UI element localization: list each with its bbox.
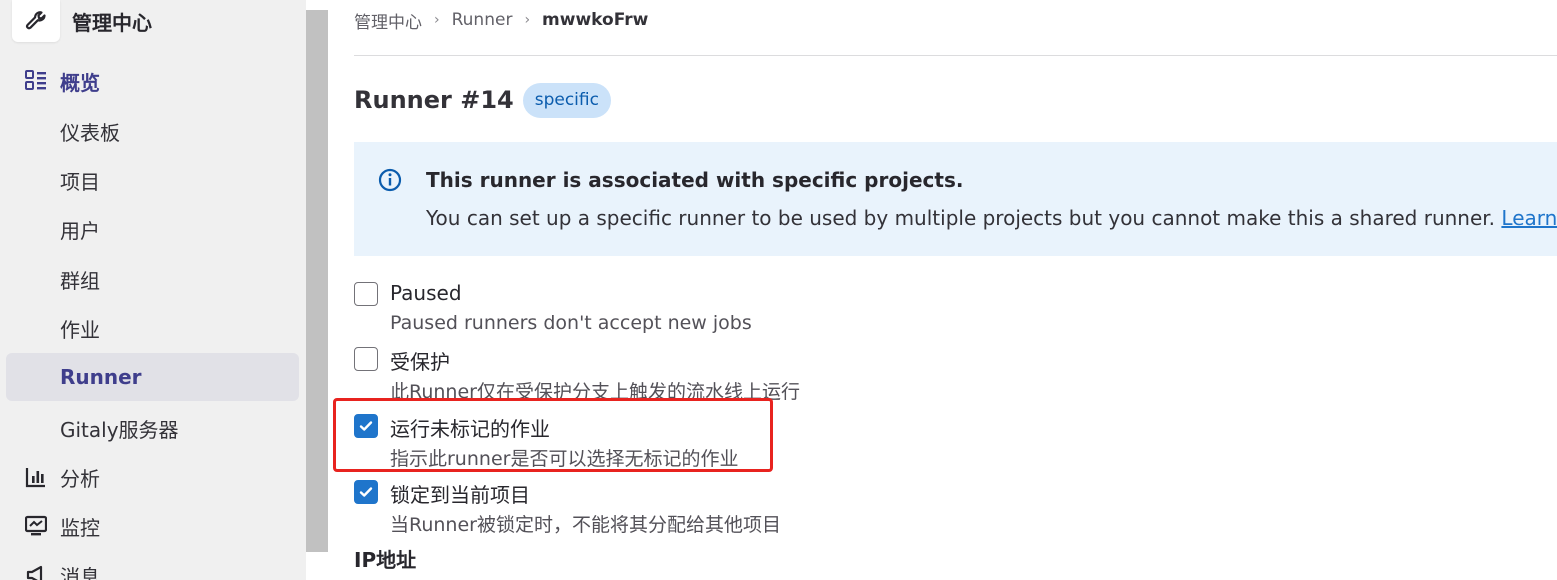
alert-body: You can set up a specific runner to be u… bbox=[426, 206, 1557, 230]
runner-type-badge: specific bbox=[522, 82, 611, 118]
locked-checkbox[interactable] bbox=[354, 480, 378, 504]
paused-label[interactable]: Paused bbox=[390, 281, 462, 305]
monitoring-label: 监控 bbox=[60, 515, 100, 540]
analytics-label: 分析 bbox=[60, 466, 100, 491]
paused-help: Paused runners don't accept new jobs bbox=[390, 312, 752, 334]
sidebar: 管理中心 概览 仪表板 项目 用户 群组 作业 Runner Gitaly服务器 bbox=[0, 0, 306, 580]
sidebar-section-overview[interactable]: 概览 bbox=[24, 63, 100, 99]
sidebar-item-groups[interactable]: 群组 bbox=[6, 255, 299, 303]
chevron-right-icon: › bbox=[524, 12, 531, 28]
paused-checkbox[interactable] bbox=[354, 282, 378, 306]
breadcrumb: 管理中心 › Runner › mwwkoFrw bbox=[354, 8, 648, 33]
chart-bar-icon bbox=[24, 465, 48, 489]
alert-body-text: You can set up a specific runner to be u… bbox=[426, 206, 1496, 230]
alert-title: This runner is associated with specific … bbox=[426, 168, 964, 192]
page-title-row: Runner #14 specific bbox=[354, 82, 611, 118]
annotation-highlight-box bbox=[333, 398, 773, 472]
header-divider bbox=[354, 55, 1557, 56]
admin-wrench-icon bbox=[12, 0, 60, 42]
app-root: 管理中心 概览 仪表板 项目 用户 群组 作业 Runner Gitaly服务器 bbox=[0, 0, 1557, 580]
breadcrumb-admin-link[interactable]: 管理中心 bbox=[354, 8, 422, 33]
learn-more-link[interactable]: Learn more. bbox=[1501, 206, 1557, 230]
breadcrumb-current[interactable]: mwwkoFrw bbox=[542, 10, 648, 30]
check-icon bbox=[359, 487, 373, 497]
locked-label[interactable]: 锁定到当前项目 bbox=[390, 479, 530, 508]
sidebar-item-gitaly-servers[interactable]: Gitaly服务器 bbox=[6, 404, 299, 452]
megaphone-icon bbox=[24, 563, 48, 580]
main-content: 管理中心 › Runner › mwwkoFrw Runner #14 spec… bbox=[333, 0, 1557, 580]
sidebar-brand[interactable]: 管理中心 bbox=[12, 0, 152, 42]
info-alert: This runner is associated with specific … bbox=[354, 142, 1557, 256]
overview-label: 概览 bbox=[60, 70, 100, 95]
info-icon bbox=[378, 168, 402, 192]
protected-checkbox[interactable] bbox=[354, 347, 378, 371]
sidebar-scrollbar[interactable] bbox=[306, 10, 328, 552]
breadcrumb-runner-link[interactable]: Runner bbox=[452, 10, 513, 30]
messages-label: 消息 bbox=[60, 564, 100, 580]
brand-title: 管理中心 bbox=[72, 10, 152, 35]
page-title: Runner #14 bbox=[354, 86, 514, 114]
chevron-right-icon: › bbox=[434, 12, 440, 28]
monitor-icon bbox=[24, 514, 48, 538]
overview-grid-icon bbox=[24, 69, 48, 93]
sidebar-item-runners[interactable]: Runner bbox=[6, 353, 299, 401]
sidebar-section-monitoring[interactable]: 监控 bbox=[24, 508, 100, 544]
sidebar-item-jobs[interactable]: 作业 bbox=[6, 304, 299, 352]
sidebar-section-analytics[interactable]: 分析 bbox=[24, 459, 100, 495]
sidebar-item-projects[interactable]: 项目 bbox=[6, 156, 299, 204]
locked-help: 当Runner被锁定时，不能将其分配给其他项目 bbox=[390, 514, 781, 536]
protected-label[interactable]: 受保护 bbox=[390, 346, 450, 375]
sidebar-item-dashboard[interactable]: 仪表板 bbox=[6, 107, 299, 155]
ip-address-heading: IP地址 bbox=[354, 548, 417, 572]
sidebar-section-messages[interactable]: 消息 bbox=[24, 557, 100, 580]
sidebar-item-users[interactable]: 用户 bbox=[6, 205, 299, 253]
